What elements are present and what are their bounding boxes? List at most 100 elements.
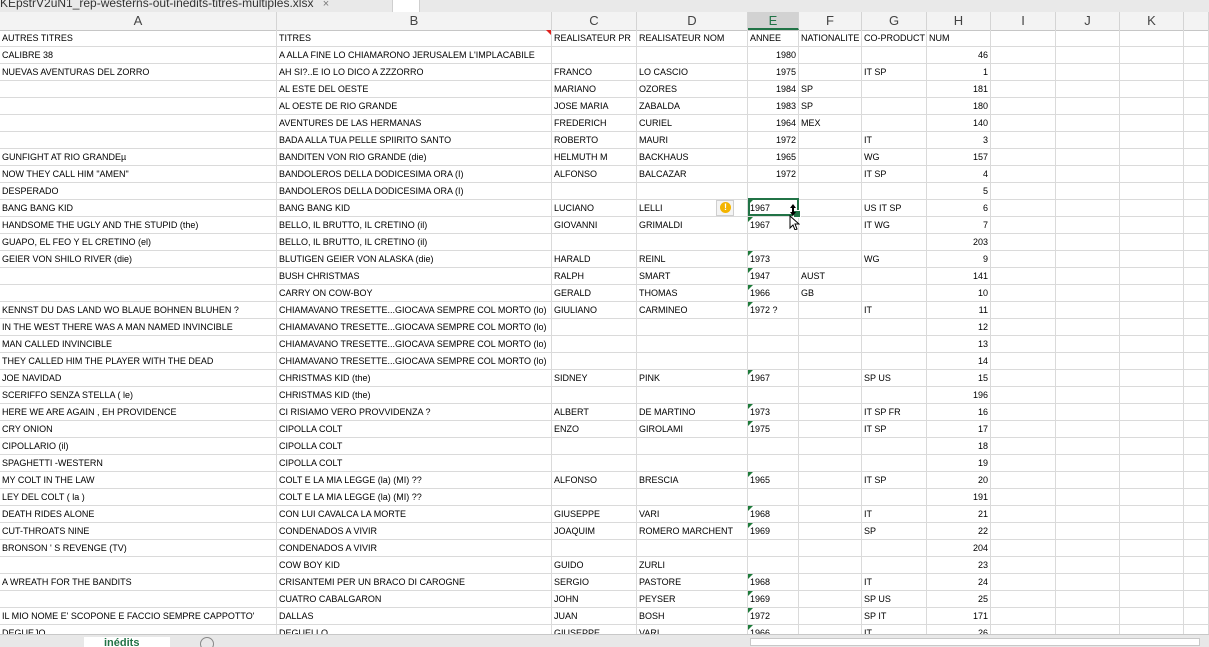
cell[interactable]	[991, 387, 1056, 404]
cell[interactable]	[748, 387, 799, 404]
column-header[interactable]: C	[552, 12, 637, 30]
cell[interactable]: REINL	[637, 251, 748, 268]
cell[interactable]	[1184, 557, 1209, 574]
cell[interactable]	[1056, 472, 1120, 489]
cell[interactable]	[1120, 591, 1184, 608]
cell[interactable]	[1056, 285, 1120, 302]
cell[interactable]: ROMERO MARCHENT	[637, 523, 748, 540]
cell[interactable]: 191	[927, 489, 991, 506]
cell[interactable]	[991, 608, 1056, 625]
cell[interactable]	[1056, 506, 1120, 523]
cell[interactable]	[991, 489, 1056, 506]
cell[interactable]: 6	[927, 200, 991, 217]
cell[interactable]: GIUSEPPE	[552, 506, 637, 523]
cell[interactable]	[1120, 30, 1184, 47]
cell[interactable]	[637, 234, 748, 251]
cell[interactable]	[1056, 319, 1120, 336]
cell[interactable]: 1969	[748, 523, 799, 540]
cell[interactable]	[748, 319, 799, 336]
cell[interactable]	[1120, 404, 1184, 421]
cell[interactable]	[799, 251, 862, 268]
cell[interactable]: 1965	[748, 472, 799, 489]
cell[interactable]: 10	[927, 285, 991, 302]
new-tab-button[interactable]	[392, 0, 420, 12]
cell[interactable]: CONDENADOS A VIVIR	[277, 523, 552, 540]
cell[interactable]	[1184, 523, 1209, 540]
cell[interactable]: GIOVANNI	[552, 217, 637, 234]
cell[interactable]: 17	[927, 421, 991, 438]
cell[interactable]	[1056, 557, 1120, 574]
cell[interactable]: JOSE MARIA	[552, 98, 637, 115]
cell[interactable]: IT WG	[862, 217, 927, 234]
cell[interactable]: NUEVAS AVENTURAS DEL ZORRO	[0, 64, 277, 81]
cell[interactable]	[991, 251, 1056, 268]
cell[interactable]: PEYSER	[637, 591, 748, 608]
cell[interactable]: 1973	[748, 404, 799, 421]
cell[interactable]	[1056, 353, 1120, 370]
cell[interactable]: 1975	[748, 421, 799, 438]
cell[interactable]	[799, 489, 862, 506]
cell[interactable]: LUCIANO	[552, 200, 637, 217]
cell[interactable]: CO-PRODUCT	[862, 30, 927, 47]
cell[interactable]: AUST	[799, 268, 862, 285]
column-header[interactable]	[1184, 12, 1209, 30]
cell[interactable]	[1120, 47, 1184, 64]
cell[interactable]: 13	[927, 336, 991, 353]
cell[interactable]	[991, 200, 1056, 217]
cell[interactable]	[748, 234, 799, 251]
cell[interactable]: BANDOLEROS DELLA DODICESIMA ORA (I)	[277, 183, 552, 200]
cell[interactable]	[991, 353, 1056, 370]
cell[interactable]: NUM	[927, 30, 991, 47]
cell[interactable]: COLT E LA MIA LEGGE (la) (MI) ??	[277, 472, 552, 489]
cell[interactable]	[1184, 387, 1209, 404]
cell[interactable]: 1968	[748, 574, 799, 591]
cell[interactable]	[1056, 302, 1120, 319]
cell[interactable]	[799, 523, 862, 540]
column-header[interactable]: I	[991, 12, 1056, 30]
cell[interactable]: ZABALDA	[637, 98, 748, 115]
column-header[interactable]: D	[637, 12, 748, 30]
cell[interactable]: JOE NAVIDAD	[0, 370, 277, 387]
cell[interactable]	[1184, 625, 1209, 634]
cell[interactable]: MARIANO	[552, 81, 637, 98]
cell[interactable]	[1120, 115, 1184, 132]
cell[interactable]: AL OESTE DE RIO GRANDE	[277, 98, 552, 115]
cell[interactable]	[1056, 574, 1120, 591]
cell[interactable]	[862, 455, 927, 472]
cell[interactable]	[1184, 421, 1209, 438]
error-warning-button[interactable]: !	[716, 200, 734, 216]
cell[interactable]: GB	[799, 285, 862, 302]
cell[interactable]	[637, 540, 748, 557]
cell[interactable]: IL MIO NOME E' SCOPONE E FACCIO SEMPRE C…	[0, 608, 277, 625]
cell[interactable]	[991, 285, 1056, 302]
cell[interactable]: 157	[927, 149, 991, 166]
cell[interactable]	[991, 149, 1056, 166]
cell[interactable]: BLUTIGEN GEIER VON ALASKA (die)	[277, 251, 552, 268]
cell[interactable]: BANG BANG KID	[277, 200, 552, 217]
cell[interactable]	[799, 591, 862, 608]
cell[interactable]	[991, 557, 1056, 574]
cell[interactable]: CARMINEO	[637, 302, 748, 319]
cell[interactable]: 1964	[748, 115, 799, 132]
cell[interactable]	[1056, 540, 1120, 557]
cell[interactable]	[862, 438, 927, 455]
cell[interactable]: GERALD	[552, 285, 637, 302]
cell[interactable]	[1120, 608, 1184, 625]
cell[interactable]	[1120, 489, 1184, 506]
cell[interactable]	[862, 285, 927, 302]
cell[interactable]: JUAN	[552, 608, 637, 625]
cell[interactable]	[991, 166, 1056, 183]
cell[interactable]	[799, 421, 862, 438]
cell[interactable]: CRY ONION	[0, 421, 277, 438]
cell[interactable]	[991, 47, 1056, 64]
cell[interactable]	[799, 183, 862, 200]
cell[interactable]	[799, 166, 862, 183]
cell[interactable]	[991, 98, 1056, 115]
cell[interactable]: BELLO, IL BRUTTO, IL CRETINO (il)	[277, 217, 552, 234]
cell[interactable]	[1056, 81, 1120, 98]
cell[interactable]	[1184, 438, 1209, 455]
cell[interactable]	[1120, 64, 1184, 81]
cell[interactable]	[748, 438, 799, 455]
cell[interactable]	[1184, 115, 1209, 132]
cell[interactable]: AH SI?..E IO LO DICO A ZZZORRO	[277, 64, 552, 81]
